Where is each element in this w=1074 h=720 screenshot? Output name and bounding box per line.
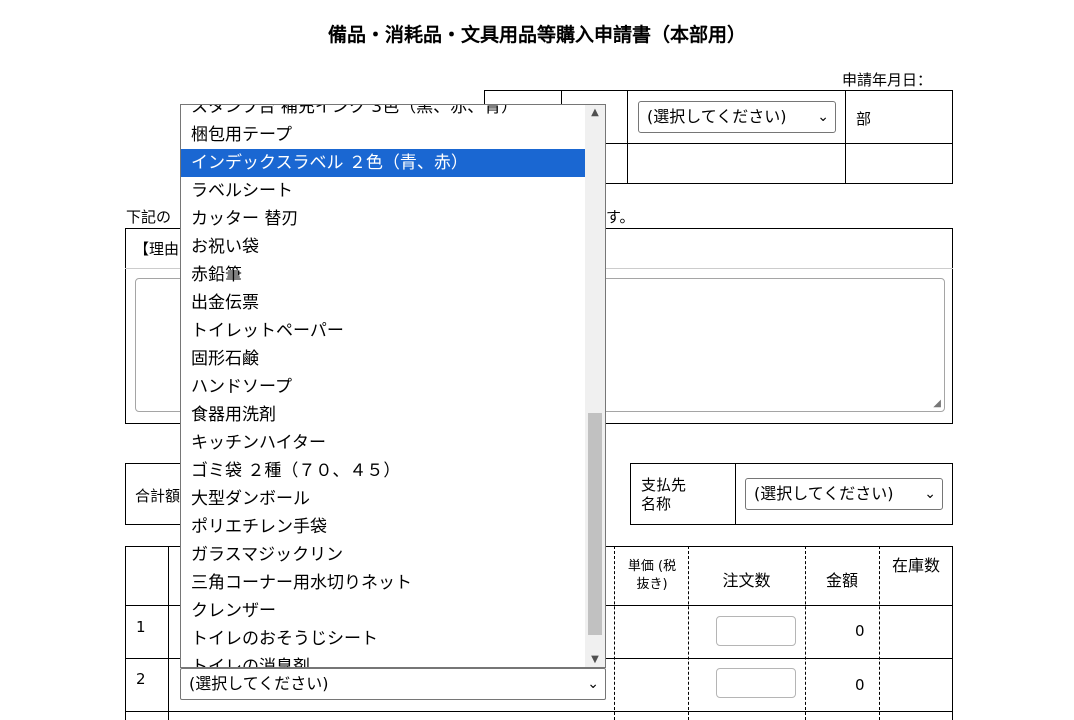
header-vline-3 (845, 90, 846, 184)
resize-grip-icon[interactable]: ◢ (933, 398, 941, 409)
scrollbar-thumb[interactable] (588, 413, 602, 635)
dropdown-option[interactable]: ゴミ袋 ２種（７０、４５） (181, 457, 585, 485)
dropdown-option[interactable]: ハンドソープ (181, 373, 585, 401)
total-label: 合計額 (135, 487, 181, 505)
row-number: 1 (136, 618, 146, 636)
chevron-down-icon: ⌄ (587, 676, 599, 692)
dropdown-option[interactable]: 出金伝票 (181, 289, 585, 317)
dropdown-scrollbar[interactable]: ▲ ▼ (585, 105, 605, 667)
chevron-down-icon: ⌄ (817, 109, 829, 125)
header-amount: 金額 (825, 571, 858, 590)
reason-box-label: 【理由 (134, 240, 180, 258)
payee-divider (735, 463, 736, 525)
scroll-down-icon[interactable]: ▼ (585, 654, 605, 665)
department-select[interactable]: (選択してください) ⌄ (638, 101, 836, 133)
items-vline-1 (614, 546, 615, 720)
application-date-label: 申請年月日： (842, 71, 933, 89)
reason-intro-text: 下記の (126, 208, 172, 226)
header-vline-2 (627, 90, 628, 184)
dropdown-option[interactable]: クレンザー (181, 597, 585, 625)
dropdown-option[interactable]: インデックスラベル ２色（青、赤） (181, 149, 585, 177)
dropdown-option[interactable]: カッター 替刃 (181, 205, 585, 233)
payee-select-value: (選択してください) (754, 484, 894, 503)
dropdown-option[interactable]: 固形石鹸 (181, 345, 585, 373)
dropdown-option[interactable]: トイレのおそうじシート (181, 625, 585, 653)
items-vline-4 (879, 546, 880, 720)
dropdown-option[interactable]: ラベルシート (181, 177, 585, 205)
dropdown-option[interactable]: ガラスマジックリン (181, 541, 585, 569)
department-suffix: 部 (856, 110, 872, 128)
header-order-qty: 注文数 (722, 571, 771, 590)
dropdown-option[interactable]: トイレットペーパー (181, 317, 585, 345)
dropdown-options: スタンプ台 補充インク 3色（黒、赤、青） 梱包用テープ インデックスラベル ２色（… (181, 105, 585, 667)
dropdown-option[interactable]: キッチンハイター (181, 429, 585, 457)
chevron-down-icon: ⌄ (924, 486, 936, 502)
payee-label: 支払先 名称 (641, 476, 686, 514)
item-select-value: (選択してください) (189, 674, 329, 693)
payee-select[interactable]: (選択してください) ⌄ (745, 478, 943, 510)
dropdown-option[interactable]: 大型ダンボール (181, 485, 585, 513)
page-title: 備品・消耗品・文具用品等購入申請書（本部用） (327, 24, 746, 46)
quantity-input[interactable] (716, 616, 796, 646)
header-unit-price: 単価 (税抜き) (627, 559, 677, 592)
quantity-input[interactable] (716, 668, 796, 698)
dropdown-option[interactable]: ポリエチレン手袋 (181, 513, 585, 541)
reason-intro-text-end: す。 (606, 208, 635, 226)
row-amount: 0 (855, 622, 865, 640)
dropdown-option[interactable]: 食器用洗剤 (181, 401, 585, 429)
dropdown-option[interactable]: スタンプ台 補充インク 3色（黒、赤、青） (181, 105, 585, 121)
dropdown-option[interactable]: 三角コーナー用水切りネット (181, 569, 585, 597)
items-row-divider-2 (125, 711, 953, 712)
department-select-value: (選択してください) (647, 107, 787, 126)
row-amount: 0 (855, 676, 865, 694)
payee-label-line2: 名称 (641, 495, 672, 513)
items-vline-no (168, 546, 169, 720)
item-dropdown-list[interactable]: スタンプ台 補充インク 3色（黒、赤、青） 梱包用テープ インデックスラベル ２色（… (180, 104, 606, 668)
scroll-up-icon[interactable]: ▲ (585, 107, 605, 118)
header-stock: 在庫数 (892, 556, 941, 575)
dropdown-option[interactable]: お祝い袋 (181, 233, 585, 261)
row-number: 2 (136, 670, 146, 688)
dropdown-option[interactable]: トイレの消臭剤 (181, 653, 585, 667)
dropdown-option[interactable]: 梱包用テープ (181, 121, 585, 149)
dropdown-option[interactable]: 赤鉛筆 (181, 261, 585, 289)
item-select[interactable]: (選択してください) ⌄ (180, 668, 606, 700)
payee-label-line1: 支払先 (641, 476, 687, 494)
